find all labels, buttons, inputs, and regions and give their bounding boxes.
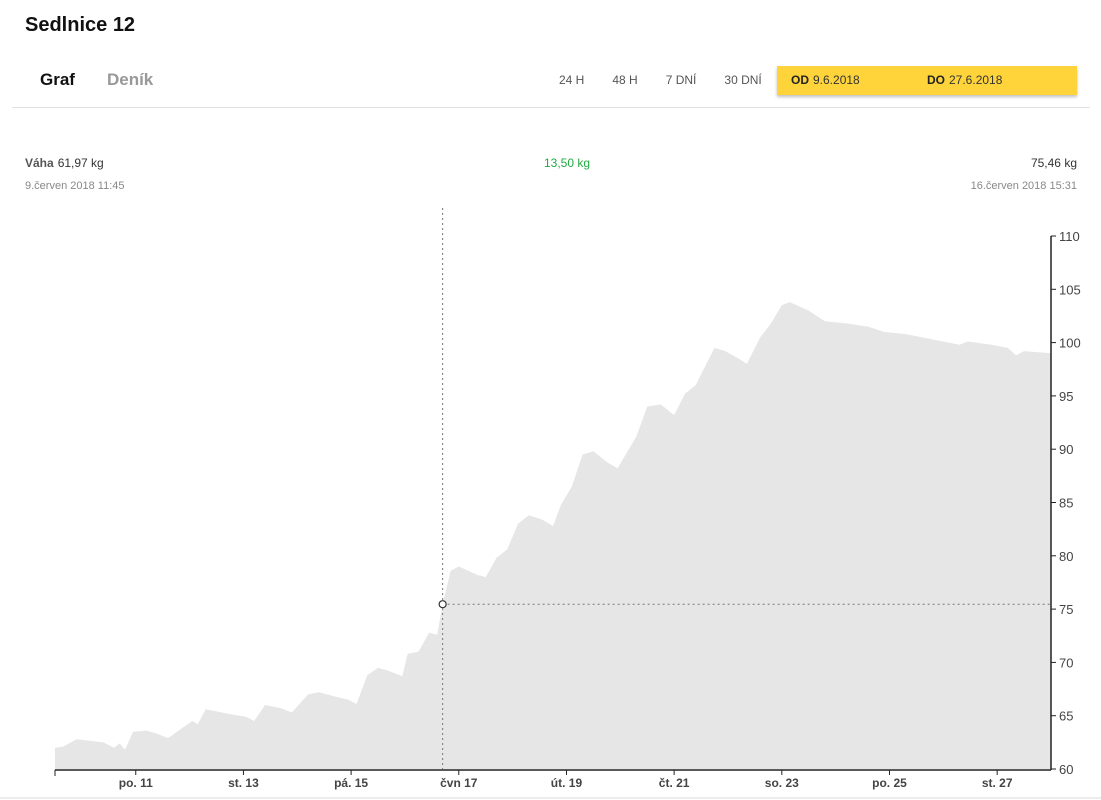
y-tick-label: 100 <box>1059 336 1081 351</box>
weight-chart[interactable]: 60 65 70 75 80 85 90 95 100 105 110 po. 11 st. 13 pá.… <box>0 0 1101 800</box>
x-tick-label: st. 13 <box>228 776 259 790</box>
y-tick-label: 90 <box>1059 442 1073 457</box>
y-tick-label: 60 <box>1059 762 1073 777</box>
weight-area-series <box>55 302 1051 769</box>
x-tick-label: čvn 17 <box>440 776 478 790</box>
y-tick-label: 85 <box>1059 496 1073 511</box>
x-tick-label: út. 19 <box>551 776 583 790</box>
y-tick-label: 105 <box>1059 282 1081 297</box>
y-tick-label: 80 <box>1059 549 1073 564</box>
x-tick-label: st. 27 <box>982 776 1013 790</box>
cursor-point <box>438 600 447 609</box>
x-tick-label: so. 23 <box>765 776 799 790</box>
x-tick-label: po. 25 <box>872 776 907 790</box>
y-tick-label: 75 <box>1059 602 1073 617</box>
bottom-border <box>0 797 1101 799</box>
y-tick-label: 65 <box>1059 709 1073 724</box>
x-tick-label: po. 11 <box>119 776 153 790</box>
y-tick-label: 70 <box>1059 655 1073 670</box>
x-tick-label: čt. 21 <box>659 776 690 790</box>
y-tick-label: 95 <box>1059 389 1073 404</box>
y-tick-label: 110 <box>1059 229 1080 244</box>
x-tick-label: pá. 15 <box>334 776 368 790</box>
